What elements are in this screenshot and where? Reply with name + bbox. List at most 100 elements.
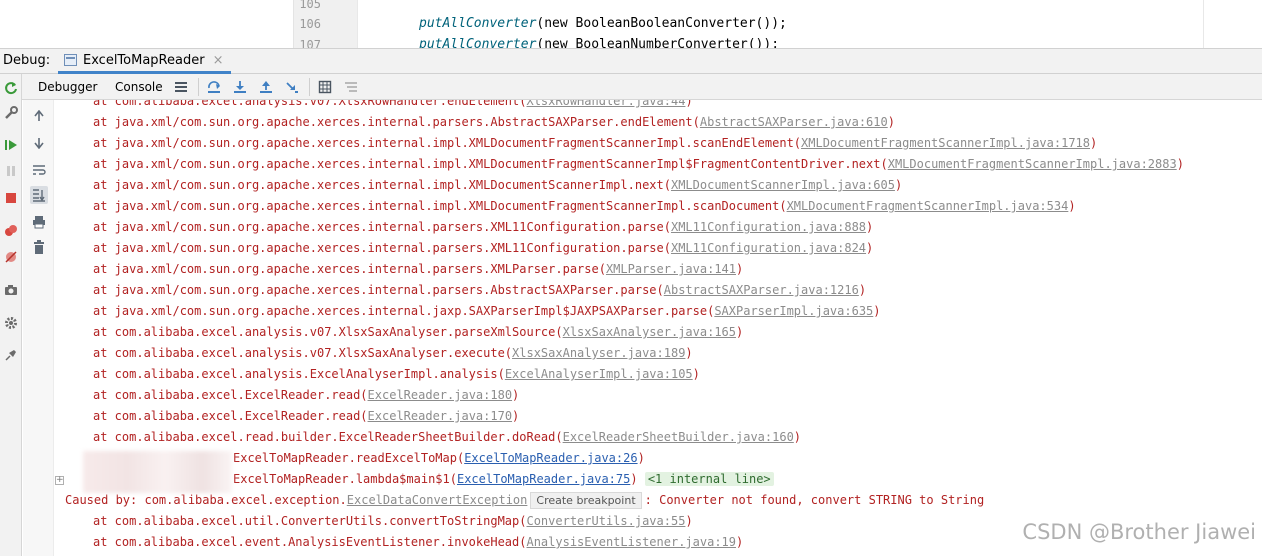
source-link[interactable]: XlsxRowHandler.java:44 bbox=[526, 100, 685, 108]
source-link[interactable]: AnalysisEventListener.java:19 bbox=[526, 535, 736, 549]
source-link[interactable]: XML11Configuration.java:824 bbox=[671, 241, 866, 255]
view-breakpoints-icon[interactable] bbox=[2, 222, 20, 240]
stack-trace-line: at java.xml/com.sun.org.apache.xerces.in… bbox=[93, 217, 873, 238]
pin-icon[interactable] bbox=[2, 346, 20, 364]
code-line[interactable]: putAllConverter(new BooleanNumberConvert… bbox=[419, 37, 779, 48]
toolbar-separator bbox=[309, 78, 310, 96]
step-over-icon[interactable] bbox=[205, 78, 223, 96]
step-into-icon[interactable] bbox=[231, 78, 249, 96]
source-link[interactable]: AbstractSAXParser.java:610 bbox=[700, 115, 888, 129]
source-link[interactable]: XMLDocumentFragmentScannerImpl.java:2883 bbox=[888, 157, 1177, 171]
internal-lines-fold[interactable]: <1 internal line> bbox=[644, 472, 774, 486]
tab-console[interactable]: Console bbox=[115, 80, 163, 94]
close-icon[interactable]: × bbox=[213, 53, 224, 68]
exception-link[interactable]: ExcelDataConvertException bbox=[347, 493, 528, 507]
frame-text: ExcelToMapReader.readExcelToMap( bbox=[233, 451, 465, 465]
down-arrow-icon[interactable] bbox=[30, 134, 48, 152]
stack-trace-line: at com.alibaba.excel.ExcelReader.read(Ex… bbox=[93, 385, 519, 406]
frame-text: ) bbox=[1176, 157, 1184, 171]
frame-text: at java.xml/com.sun.org.apache.xerces.in… bbox=[93, 220, 671, 234]
source-link[interactable]: XlsxSaxAnalyser.java:189 bbox=[512, 346, 685, 360]
up-arrow-icon[interactable] bbox=[30, 107, 48, 125]
clear-icon[interactable] bbox=[30, 238, 48, 256]
stop-icon[interactable] bbox=[2, 189, 20, 207]
source-link[interactable]: ExcelToMapReader.java:26 bbox=[464, 451, 637, 465]
soft-wrap-icon[interactable] bbox=[30, 161, 48, 179]
frame-text: ) bbox=[637, 451, 645, 465]
source-link[interactable]: ConverterUtils.java:55 bbox=[526, 514, 685, 528]
evaluate-icon[interactable] bbox=[316, 78, 334, 96]
frame-text: ) bbox=[866, 241, 874, 255]
code-line[interactable]: putAllConverter(new BooleanBooleanConver… bbox=[419, 16, 787, 32]
print-icon[interactable] bbox=[30, 213, 48, 231]
frame-text: at java.xml/com.sun.org.apache.xerces.in… bbox=[93, 136, 802, 150]
frame-text: ) bbox=[793, 430, 802, 444]
frame-text: ) bbox=[630, 472, 638, 486]
run-to-cursor-icon[interactable] bbox=[283, 78, 301, 96]
frame-text: at com.alibaba.excel.analysis.v07.XlsxSa… bbox=[93, 346, 513, 360]
frame-text: ) bbox=[866, 220, 874, 234]
menu-icon[interactable] bbox=[172, 78, 190, 96]
frame-text: ExcelToMapReader.lambda$main$1( bbox=[233, 472, 457, 486]
caused-by-line: Caused by: com.alibaba.excel.exception.E… bbox=[65, 490, 984, 511]
stack-trace-line: at com.alibaba.excel.analysis.v07.XlsxSa… bbox=[93, 322, 743, 343]
resume-icon[interactable] bbox=[2, 136, 20, 154]
frame-text: ) bbox=[736, 535, 744, 549]
settings-gear-icon[interactable] bbox=[2, 314, 20, 332]
stack-trace-line: at com.alibaba.excel.ExcelReader.read(Ex… bbox=[93, 406, 519, 427]
source-link[interactable]: XMLDocumentScannerImpl.java:605 bbox=[671, 178, 895, 192]
frame-text: ) bbox=[685, 346, 693, 360]
frame-text: ) bbox=[736, 262, 744, 276]
debug-tool-window-header: Debug: ExcelToMapReader × bbox=[0, 48, 1262, 74]
console-output[interactable]: at com.alibaba.excel.analysis.v07.XlsxRo… bbox=[55, 100, 1262, 556]
source-link[interactable]: XlsxSaxAnalyser.java:165 bbox=[563, 325, 736, 339]
frame-text: at com.alibaba.excel.analysis.ExcelAnaly… bbox=[93, 367, 505, 381]
frame-text: ) bbox=[736, 325, 744, 339]
mute-breakpoints-icon[interactable] bbox=[2, 248, 20, 266]
source-link[interactable]: XMLDocumentFragmentScannerImpl.java:1718 bbox=[801, 136, 1090, 150]
stack-trace-line: at com.alibaba.excel.read.builder.ExcelR… bbox=[93, 427, 801, 448]
debug-session-tab[interactable]: ExcelToMapReader × bbox=[58, 49, 232, 74]
source-link[interactable]: XML11Configuration.java:888 bbox=[671, 220, 866, 234]
source-link[interactable]: ExcelAnalyserImpl.java:105 bbox=[505, 367, 693, 381]
right-margin-guide bbox=[1203, 0, 1204, 48]
rerun-icon[interactable] bbox=[2, 79, 20, 97]
source-link[interactable]: XMLDocumentFragmentScannerImpl.java:534 bbox=[787, 199, 1069, 213]
frame-text: at java.xml/com.sun.org.apache.xerces.in… bbox=[93, 304, 715, 318]
camera-icon[interactable] bbox=[2, 281, 20, 299]
source-link[interactable]: ExcelToMapReader.java:75 bbox=[457, 472, 630, 486]
code-editor[interactable]: 105 106 107 putAllConverter(new BooleanB… bbox=[0, 0, 1262, 48]
stack-trace-line: at java.xml/com.sun.org.apache.xerces.in… bbox=[93, 301, 881, 322]
source-link[interactable]: ExcelReader.java:170 bbox=[368, 409, 513, 423]
frame-text: ) bbox=[894, 178, 903, 192]
source-link[interactable]: SAXParserImpl.java:635 bbox=[714, 304, 873, 318]
trace-icon[interactable] bbox=[342, 78, 360, 96]
settings-wrench-icon[interactable] bbox=[2, 104, 20, 122]
frame-text: ) bbox=[512, 388, 520, 402]
frame-text: ) bbox=[873, 304, 881, 318]
frame-text: at com.alibaba.excel.analysis.v07.XlsxSa… bbox=[93, 325, 563, 339]
scroll-to-end-icon[interactable] bbox=[30, 186, 48, 204]
source-link[interactable]: AbstractSAXParser.java:1216 bbox=[664, 283, 859, 297]
step-out-icon[interactable] bbox=[257, 78, 275, 96]
stack-trace-line: at java.xml/com.sun.org.apache.xerces.in… bbox=[93, 238, 873, 259]
source-link[interactable]: ExcelReader.java:180 bbox=[368, 388, 513, 402]
create-breakpoint-button[interactable]: Create breakpoint bbox=[530, 492, 642, 509]
fold-column bbox=[357, 0, 389, 48]
exception-message: : Converter not found, convert STRING to… bbox=[644, 493, 985, 507]
stack-trace-line: at java.xml/com.sun.org.apache.xerces.in… bbox=[93, 259, 743, 280]
run-config-icon bbox=[64, 54, 77, 66]
source-link[interactable]: ExcelReaderSheetBuilder.java:160 bbox=[563, 430, 794, 444]
expand-icon[interactable]: + bbox=[55, 476, 64, 485]
frame-text: at java.xml/com.sun.org.apache.xerces.in… bbox=[93, 199, 787, 213]
frame-text: ) bbox=[692, 367, 700, 381]
debug-sub-toolbar: Debugger Console bbox=[22, 74, 1262, 100]
stack-trace-line: at java.xml/com.sun.org.apache.xerces.in… bbox=[93, 112, 895, 133]
pause-icon[interactable] bbox=[2, 162, 20, 180]
tab-debugger[interactable]: Debugger bbox=[38, 80, 97, 94]
frame-text: at java.xml/com.sun.org.apache.xerces.in… bbox=[93, 115, 700, 129]
frame-text: ) bbox=[512, 409, 520, 423]
frame-text: at com.alibaba.excel.util.ConverterUtils… bbox=[93, 514, 527, 528]
session-tab-label: ExcelToMapReader bbox=[83, 52, 205, 68]
source-link[interactable]: XMLParser.java:141 bbox=[606, 262, 736, 276]
